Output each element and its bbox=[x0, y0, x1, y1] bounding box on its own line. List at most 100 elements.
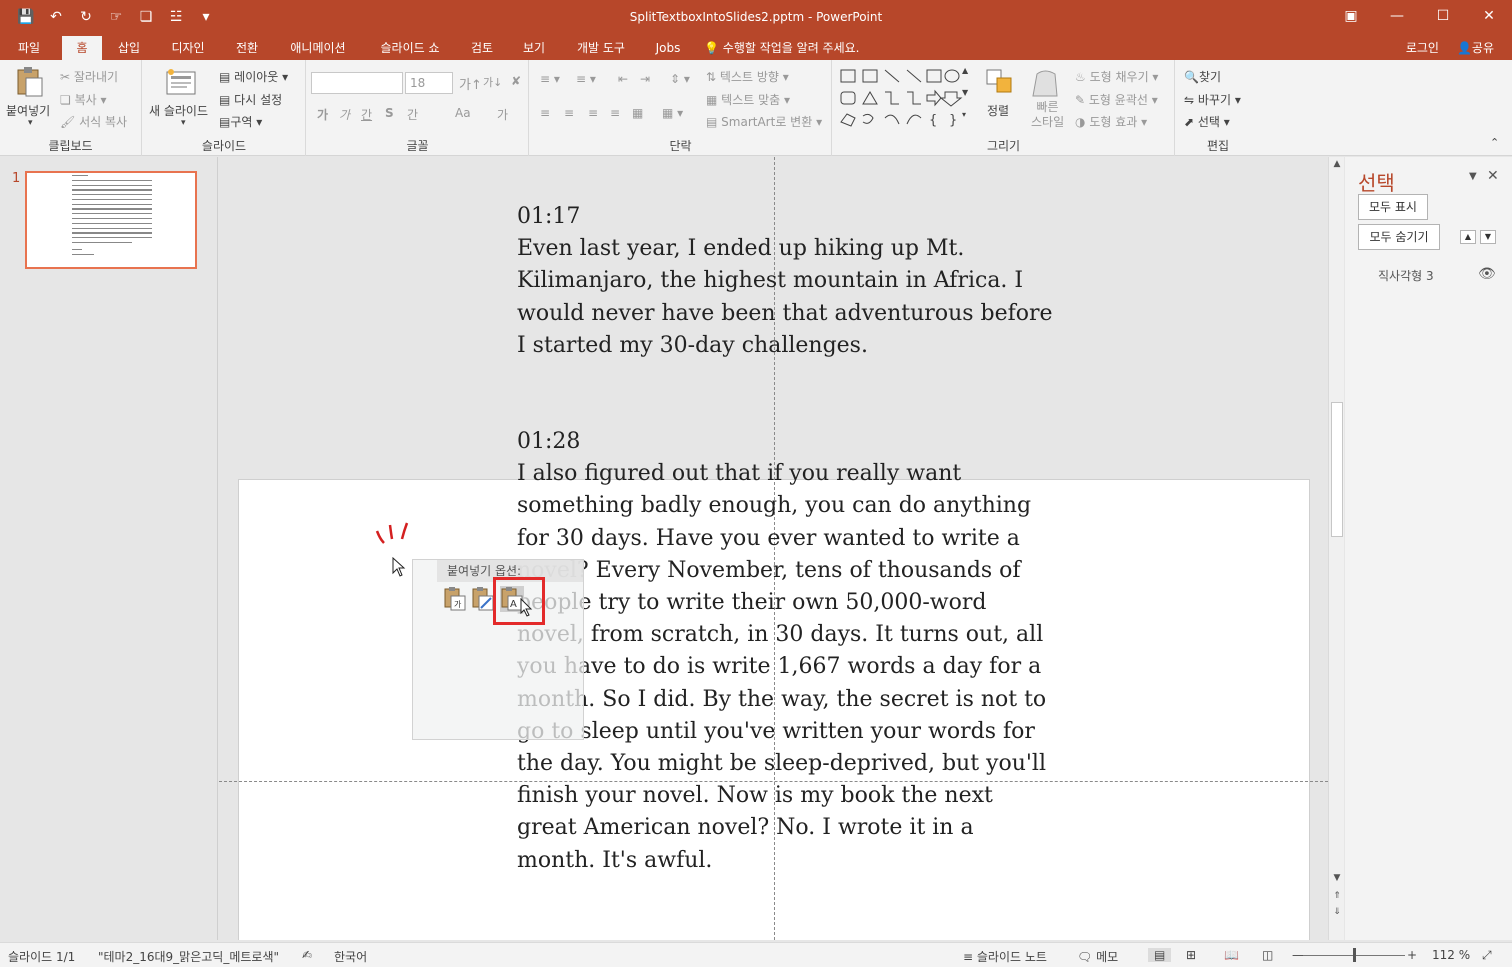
selection-item[interactable]: 직사각형 3 bbox=[1378, 267, 1434, 284]
align-text-button[interactable]: ▦ 텍스트 맞춤 ▾ bbox=[706, 91, 790, 108]
scrollbar-thumb[interactable] bbox=[1331, 402, 1343, 537]
shapes-more-icon[interactable]: ▾ bbox=[962, 110, 966, 119]
section-button[interactable]: ▤구역 ▾ bbox=[219, 113, 262, 130]
zoom-level[interactable]: 112 % bbox=[1432, 948, 1470, 962]
distributed-icon[interactable]: ▦ bbox=[632, 106, 643, 120]
tab-insert[interactable]: 삽입 bbox=[108, 36, 150, 60]
tab-file[interactable]: 파일 bbox=[4, 36, 54, 60]
notes-button[interactable]: ≡ 슬라이드 노트 bbox=[963, 948, 1047, 965]
tell-me-box[interactable]: 💡 수행할 작업을 알려 주세요. bbox=[704, 36, 884, 60]
bring-forward-icon[interactable]: ▲ bbox=[1460, 230, 1476, 244]
send-backward-icon[interactable]: ▼ bbox=[1480, 230, 1496, 244]
shape-fill-button[interactable]: ♨ 도형 채우기 ▾ bbox=[1075, 68, 1158, 85]
reading-view-icon[interactable]: 📖 bbox=[1224, 948, 1239, 962]
slideshow-view-icon[interactable]: ◫ bbox=[1262, 948, 1273, 962]
hide-all-button[interactable]: 모두 숨기기 bbox=[1358, 224, 1440, 250]
select-button[interactable]: ⬈ 선택 ▾ bbox=[1184, 113, 1230, 130]
cut-button[interactable]: ✂ 잘라내기 bbox=[60, 68, 118, 85]
previous-slide-icon[interactable]: ⇑ bbox=[1329, 889, 1345, 903]
language-indicator[interactable]: 한국어 bbox=[334, 948, 367, 965]
font-name-combobox[interactable] bbox=[311, 72, 403, 94]
paste-keep-source-formatting-icon[interactable] bbox=[471, 586, 495, 612]
paste-dropdown-icon[interactable]: ▾ bbox=[28, 118, 33, 128]
columns-icon[interactable]: ▦ ▾ bbox=[662, 106, 683, 120]
shape-outline-button[interactable]: ✎ 도형 윤곽선 ▾ bbox=[1075, 91, 1158, 108]
new-slide-button[interactable]: 새 슬라이드 bbox=[149, 102, 208, 119]
italic-button[interactable]: 가 bbox=[339, 106, 350, 123]
close-icon[interactable]: ✕ bbox=[1466, 0, 1512, 32]
paste-button[interactable]: 붙여넣기 bbox=[6, 102, 50, 119]
align-left-icon[interactable]: ≡ bbox=[540, 106, 550, 120]
reset-button[interactable]: ▤ 다시 설정 bbox=[219, 91, 282, 108]
tab-view[interactable]: 보기 bbox=[514, 36, 554, 60]
new-slide-icon[interactable] bbox=[165, 68, 196, 98]
slide-thumbnail[interactable] bbox=[25, 171, 197, 269]
tab-animations[interactable]: 애니메이션 bbox=[282, 36, 354, 60]
share-button[interactable]: 👤공유 bbox=[1457, 36, 1494, 60]
copy-button[interactable]: ❏ 복사 ▾ bbox=[60, 91, 107, 108]
format-painter-button[interactable]: 🖌 서식 복사 bbox=[60, 113, 127, 130]
minimize-icon[interactable]: — bbox=[1374, 0, 1420, 32]
slide-editor[interactable]: 01:17 Even last year, I ended up hiking … bbox=[219, 157, 1328, 940]
paste-use-destination-theme-icon[interactable]: 가 bbox=[443, 586, 467, 612]
zoom-slider-thumb[interactable] bbox=[1353, 948, 1356, 962]
quick-styles-button[interactable]: 빠른 스타일 bbox=[1031, 100, 1064, 130]
text-box[interactable]: 01:17 Even last year, I ended up hiking … bbox=[517, 201, 1057, 877]
tab-developer[interactable]: 개발 도구 bbox=[570, 36, 632, 60]
arrange-button[interactable]: 정렬 bbox=[987, 102, 1009, 119]
shapes-gallery[interactable]: {} bbox=[837, 66, 973, 135]
font-color-button[interactable]: 가 bbox=[497, 106, 508, 123]
scroll-up-icon[interactable]: ▲ bbox=[1329, 157, 1345, 171]
quick-styles-icon[interactable] bbox=[1029, 68, 1059, 98]
numbering-icon[interactable]: ≡ ▾ bbox=[576, 72, 596, 86]
ribbon-display-icon[interactable]: ▣ bbox=[1328, 0, 1374, 32]
increase-indent-icon[interactable]: ⇥ bbox=[640, 72, 650, 86]
text-direction-button[interactable]: ⇅ 텍스트 방향 ▾ bbox=[706, 68, 789, 85]
close-pane-icon[interactable]: ✕ bbox=[1487, 168, 1499, 184]
normal-view-icon[interactable]: ▤ bbox=[1148, 948, 1172, 962]
new-slide-dropdown-icon[interactable]: ▾ bbox=[181, 118, 186, 128]
shapes-scroll-down-icon[interactable]: ▼ bbox=[962, 88, 968, 97]
shapes-scroll-up-icon[interactable]: ▲ bbox=[962, 66, 968, 75]
zoom-in-icon[interactable]: + bbox=[1407, 948, 1417, 962]
find-button[interactable]: 🔍찾기 bbox=[1184, 68, 1221, 85]
collapse-ribbon-icon[interactable]: ⌃ bbox=[1490, 136, 1499, 149]
align-center-icon[interactable]: ≡ bbox=[564, 106, 574, 120]
paste-icon[interactable] bbox=[14, 66, 44, 97]
grow-font-icon[interactable]: 가↑ bbox=[459, 74, 482, 93]
show-all-button[interactable]: 모두 표시 bbox=[1358, 194, 1428, 220]
replace-button[interactable]: ⇋ 바꾸기 ▾ bbox=[1184, 91, 1241, 108]
bullets-icon[interactable]: ≡ ▾ bbox=[540, 72, 560, 86]
spellcheck-icon[interactable]: ✍ bbox=[302, 948, 312, 962]
line-spacing-icon[interactable]: ⇕ ▾ bbox=[670, 72, 690, 86]
tab-slideshow[interactable]: 슬라이드 쇼 bbox=[370, 36, 450, 60]
shape-effects-button[interactable]: ◑ 도형 효과 ▾ bbox=[1075, 113, 1147, 130]
decrease-indent-icon[interactable]: ⇤ bbox=[618, 72, 628, 86]
tab-review[interactable]: 검토 bbox=[462, 36, 502, 60]
clear-format-icon[interactable]: ✘ bbox=[511, 74, 521, 88]
pane-options-icon[interactable]: ▼ bbox=[1469, 171, 1477, 182]
underline-button[interactable]: 간 bbox=[361, 106, 372, 123]
tab-jobs[interactable]: Jobs bbox=[648, 36, 688, 60]
align-right-icon[interactable]: ≡ bbox=[588, 106, 598, 120]
vertical-scrollbar[interactable]: ▲ ▼ ⇑ ⇓ bbox=[1328, 157, 1344, 940]
font-size-combobox[interactable]: 18 bbox=[405, 72, 453, 94]
bold-button[interactable]: 가 bbox=[317, 106, 328, 123]
tab-transitions[interactable]: 전환 bbox=[226, 36, 268, 60]
char-spacing-button[interactable]: 간 bbox=[407, 106, 418, 123]
shrink-font-icon[interactable]: 가↓ bbox=[483, 74, 502, 90]
eye-icon[interactable]: 👁 bbox=[1478, 266, 1496, 282]
tab-design[interactable]: 디자인 bbox=[162, 36, 214, 60]
smartart-button[interactable]: ▤ SmartArt로 변환 ▾ bbox=[706, 113, 822, 130]
login-link[interactable]: 로그인 bbox=[1406, 36, 1439, 60]
next-slide-icon[interactable]: ⇓ bbox=[1329, 905, 1345, 919]
tab-home[interactable]: 홈 bbox=[62, 36, 102, 60]
change-case-button[interactable]: Aa bbox=[455, 106, 471, 120]
slide-sorter-icon[interactable]: ⊞ bbox=[1186, 948, 1196, 962]
layout-button[interactable]: ▤ 레이아웃 ▾ bbox=[219, 68, 288, 85]
comments-button[interactable]: 🗨 메모 bbox=[1077, 948, 1118, 965]
justify-icon[interactable]: ≡ bbox=[610, 106, 620, 120]
maximize-icon[interactable]: ☐ bbox=[1420, 0, 1466, 32]
fit-to-window-icon[interactable]: ⤢ bbox=[1482, 948, 1492, 963]
arrange-icon[interactable] bbox=[985, 68, 1015, 98]
